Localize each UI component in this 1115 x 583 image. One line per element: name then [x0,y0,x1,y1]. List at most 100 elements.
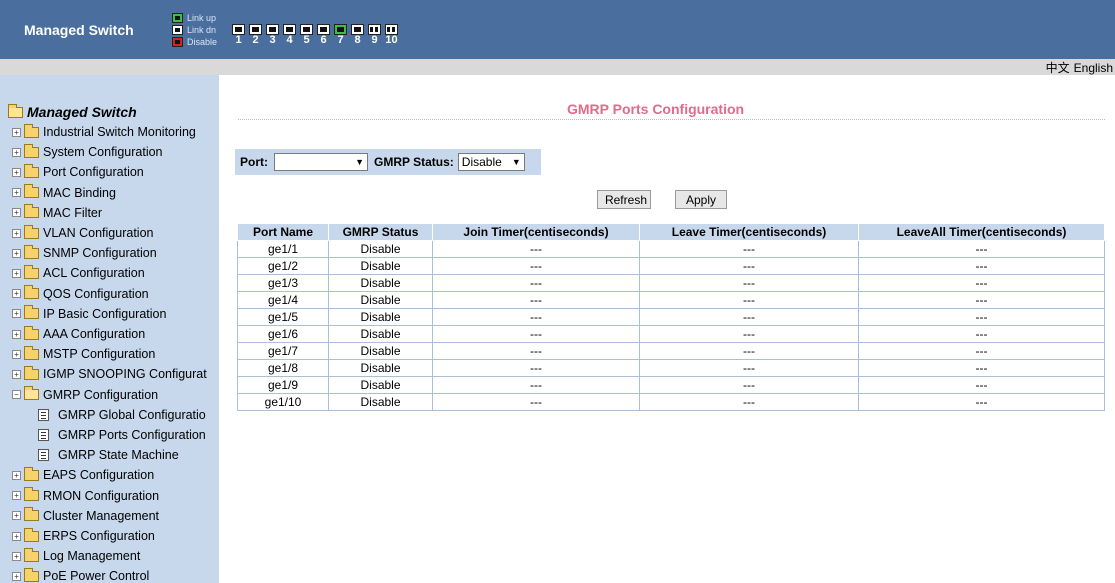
expand-icon[interactable]: + [12,470,21,480]
folder-icon [24,285,39,300]
lang-chinese-link[interactable]: 中文 [1046,61,1070,75]
expand-icon[interactable]: + [12,491,21,501]
sidebar-item[interactable]: + Industrial Switch Monitoring [12,122,196,142]
sidebar-item[interactable]: + ERPS Configuration [12,526,155,546]
port-label: Port: [240,155,268,169]
table-cell: Disable [328,325,433,343]
sidebar-item[interactable]: + ACL Configuration [12,263,145,283]
sidebar-item-label: Log Management [43,549,141,564]
ethernet-port-icon [232,24,245,35]
tree-root[interactable]: Managed Switch [8,103,137,120]
table-cell: --- [432,359,640,377]
table-row: ge1/7 Disable --- --- --- [237,342,1105,360]
sidebar-item[interactable]: + Cluster Management [12,506,159,526]
port-legend: Link up Link dn Disable [172,12,217,48]
refresh-button[interactable]: Refresh [597,190,651,209]
sidebar-item[interactable]: + Port Configuration [12,162,144,182]
expand-icon[interactable]: + [12,571,21,581]
expand-icon[interactable]: + [12,188,21,198]
port-indicator[interactable]: 1 [231,24,246,46]
folder-icon [24,466,39,481]
ethernet-port-icon [249,24,262,35]
sidebar-item[interactable]: − GMRP Configuration [12,385,158,405]
sidebar-subitem-label: GMRP State Machine [58,448,179,463]
sidebar-item[interactable]: + AAA Configuration [12,324,145,344]
sidebar-item[interactable]: + MAC Filter [12,203,102,223]
port-indicator[interactable]: 10 [384,24,399,46]
port-indicator[interactable]: 2 [248,24,263,46]
port-number: 7 [337,34,344,46]
sidebar-item[interactable]: + QOS Configuration [12,284,149,304]
sidebar-item[interactable]: + EAPS Configuration [12,465,154,485]
table-cell: ge1/2 [237,257,329,275]
table-cell: ge1/10 [237,393,329,411]
table-cell: --- [858,240,1105,258]
sidebar-item[interactable]: + MAC Binding [12,183,116,203]
table-cell: Disable [328,376,433,394]
expand-icon[interactable]: + [12,127,21,137]
sidebar-item[interactable]: + System Configuration [12,142,163,162]
sidebar-item-label: PoE Power Control [43,569,150,583]
table-cell: --- [858,393,1105,411]
expand-icon[interactable]: + [12,167,21,177]
sidebar-item[interactable]: + IP Basic Configuration [12,304,166,324]
expand-icon[interactable]: + [12,208,21,218]
sidebar-item[interactable]: + SNMP Configuration [12,243,157,263]
sidebar-subitem[interactable]: GMRP State Machine [38,445,179,465]
expand-icon[interactable]: + [12,268,21,278]
port-indicator[interactable]: 6 [316,24,331,46]
sidebar-item-label: System Configuration [43,145,163,160]
sidebar-item[interactable]: + MSTP Configuration [12,344,155,364]
port-indicator[interactable]: 7 [333,24,348,46]
port-indicator[interactable]: 3 [265,24,280,46]
expand-icon[interactable]: + [12,511,21,521]
expand-icon[interactable]: + [12,349,21,359]
title-divider [238,119,1105,120]
expand-icon[interactable]: + [12,289,21,299]
gmrp-status-select[interactable]: Disable ▼ [457,153,525,171]
table-cell: --- [432,308,640,326]
table-cell: ge1/8 [237,359,329,377]
expand-icon[interactable]: + [12,147,21,157]
expand-icon[interactable]: + [12,369,21,379]
port-indicator[interactable]: 8 [350,24,365,46]
sidebar-item[interactable]: + VLAN Configuration [12,223,153,243]
port-indicator[interactable]: 4 [282,24,297,46]
table-cell: Disable [328,342,433,360]
table-row: ge1/5 Disable --- --- --- [237,308,1105,326]
port-status-icon [172,36,183,47]
ethernet-port-icon [334,24,347,35]
sidebar-item[interactable]: + RMON Configuration [12,486,159,506]
port-number: 9 [371,34,378,46]
sidebar-subitem[interactable]: GMRP Ports Configuration [38,425,206,445]
table-cell: --- [639,376,859,394]
expand-icon[interactable]: + [12,228,21,238]
port-select[interactable]: ▼ [274,153,368,171]
table-cell: --- [639,325,859,343]
lang-english-link[interactable]: English [1074,61,1113,75]
port-config-form: Port: ▼ GMRP Status: Disable ▼ [235,149,541,175]
expand-icon[interactable]: + [12,309,21,319]
port-indicator[interactable]: 9 [367,24,382,46]
sidebar-item-label: ACL Configuration [43,266,145,281]
expand-icon[interactable]: + [12,551,21,561]
expand-icon[interactable]: + [12,248,21,258]
table-cell: --- [858,359,1105,377]
sidebar-item[interactable]: + PoE Power Control [12,566,149,583]
table-cell: --- [858,308,1105,326]
sidebar-subitem[interactable]: GMRP Global Configuratio [38,405,206,425]
sidebar-tree: Managed Switch + Industrial Switch Monito… [0,75,219,583]
expand-icon[interactable]: + [12,329,21,339]
expand-icon[interactable]: + [12,531,21,541]
sidebar-item[interactable]: + Log Management [12,546,140,566]
ethernet-port-icon [351,24,364,35]
sidebar-item[interactable]: + IGMP SNOOPING Configurat [12,364,207,384]
sidebar-item-label: MAC Binding [43,185,116,200]
sidebar-item-label: IP Basic Configuration [43,306,167,321]
apply-button[interactable]: Apply [675,190,727,209]
port-number: 3 [269,34,276,46]
folder-icon [24,264,39,279]
collapse-icon[interactable]: − [12,390,21,400]
port-indicator[interactable]: 5 [299,24,314,46]
port-number: 5 [303,34,310,46]
